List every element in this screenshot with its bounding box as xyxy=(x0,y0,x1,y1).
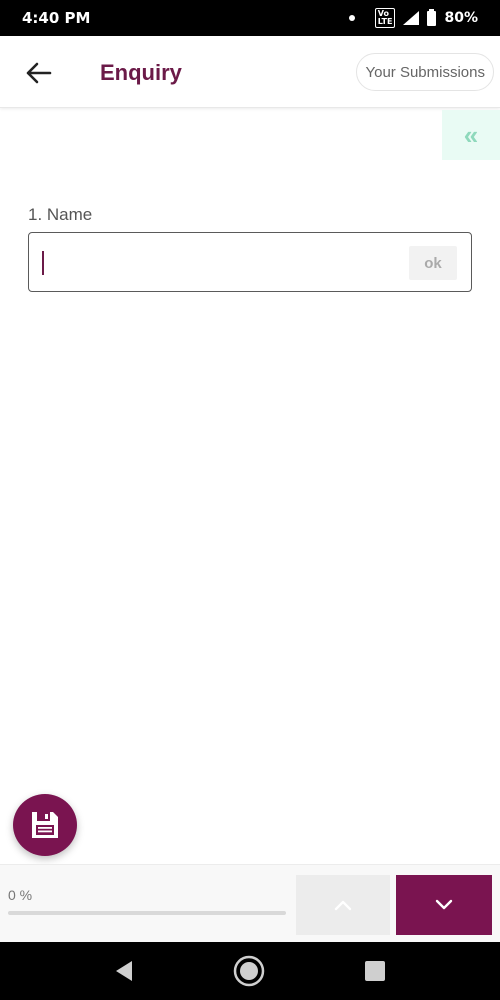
text-cursor xyxy=(42,251,44,275)
notification-dot-icon xyxy=(348,15,355,21)
system-back-icon[interactable] xyxy=(114,960,134,982)
name-input[interactable]: ok xyxy=(28,232,472,292)
bottom-bar: 0 % xyxy=(0,864,500,942)
volte-icon: Vo LTE xyxy=(374,8,396,28)
collapse-panel-button[interactable]: « xyxy=(442,110,500,160)
app-header: Enquiry Your Submissions xyxy=(0,36,500,108)
ok-button[interactable]: ok xyxy=(409,246,457,280)
battery-icon xyxy=(427,8,437,26)
battery-percent: 80% xyxy=(444,10,478,26)
previous-question-button[interactable] xyxy=(296,875,390,935)
save-icon xyxy=(32,812,58,838)
android-navigation-bar xyxy=(0,942,500,1000)
system-home-icon[interactable] xyxy=(233,955,265,987)
progress-bar xyxy=(8,911,286,915)
question-label: 1. Name xyxy=(28,205,93,224)
chevron-down-icon xyxy=(435,899,453,910)
back-button[interactable] xyxy=(22,56,56,90)
page-title: Enquiry xyxy=(100,60,182,85)
your-submissions-button[interactable]: Your Submissions xyxy=(356,53,494,91)
system-recents-icon[interactable] xyxy=(364,960,386,982)
arrow-left-icon xyxy=(26,62,52,84)
double-chevron-left-icon: « xyxy=(463,119,479,150)
status-icons: Vo LTE 80% xyxy=(348,8,478,28)
status-time: 4:40 PM xyxy=(22,9,91,27)
progress-label: 0 % xyxy=(8,887,33,903)
chevron-up-icon xyxy=(334,900,352,911)
status-bar: 4:40 PM Vo LTE 80% xyxy=(0,0,500,36)
signal-icon xyxy=(403,11,420,25)
save-button[interactable] xyxy=(13,794,77,856)
next-question-button[interactable] xyxy=(396,875,492,935)
